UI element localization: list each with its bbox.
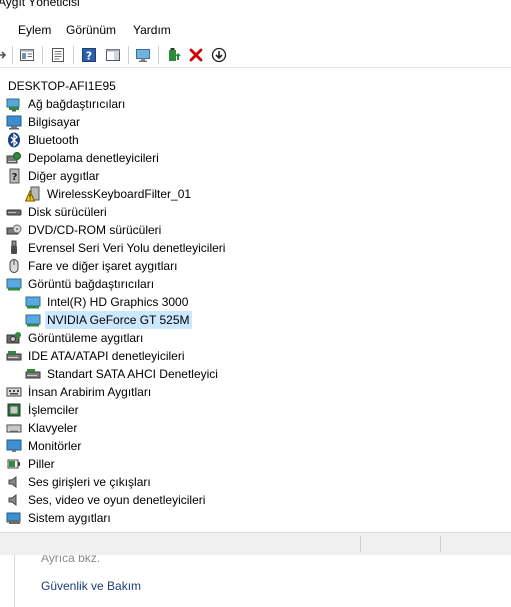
tree-root[interactable]: DESKTOP-AFI1E95 bbox=[6, 77, 118, 95]
tree-item-label: Ses girişleri ve çıkışları bbox=[28, 475, 151, 489]
menu-gorunum[interactable]: Görünüm bbox=[66, 23, 116, 37]
tree-item-label: Görüntü bağdaştırıcıları bbox=[28, 277, 155, 291]
tree-item-label: NVIDIA GeForce GT 525M bbox=[45, 311, 192, 329]
computer-icon bbox=[6, 114, 22, 130]
tree-item-network-adapters[interactable]: Ağ bağdaştırıcıları bbox=[6, 95, 127, 113]
bluetooth-icon bbox=[6, 132, 22, 148]
tree-item-label: Depolama denetleyicileri bbox=[28, 151, 159, 165]
window-title: Aygıt Yöneticisi bbox=[0, 0, 80, 9]
tree-item-sata-ahci[interactable]: Standart SATA AHCI Denetleyici bbox=[25, 365, 220, 383]
tree-item-label: İnsan Arabirim Aygıtları bbox=[28, 385, 152, 399]
ide-controller-icon bbox=[6, 348, 22, 364]
status-bar bbox=[0, 532, 511, 555]
display-adapter-icon bbox=[25, 294, 41, 310]
dvd-drive-icon bbox=[6, 222, 22, 238]
tree-item-label: Evrensel Seri Veri Yolu denetleyicileri bbox=[28, 241, 226, 255]
tree-item-keyboards[interactable]: Klavyeler bbox=[6, 419, 79, 437]
battery-icon bbox=[6, 456, 22, 472]
ide-controller-icon bbox=[25, 366, 41, 382]
keyboard-icon bbox=[6, 420, 22, 436]
disable-device-icon[interactable] bbox=[210, 46, 228, 64]
tree-item-sound-video-game[interactable]: Ses, video ve oyun denetleyicileri bbox=[6, 491, 207, 509]
update-driver-icon[interactable] bbox=[165, 46, 183, 64]
tree-item-wirelesskeyboardfilter[interactable]: WirelessKeyboardFilter_01 bbox=[25, 185, 193, 203]
network-adapter-icon bbox=[6, 96, 22, 112]
tree-item-intel-hd-graphics[interactable]: Intel(R) HD Graphics 3000 bbox=[25, 293, 190, 311]
help-icon[interactable]: ? bbox=[80, 46, 98, 64]
tree-item-label: Monitörler bbox=[28, 439, 82, 453]
menu-bar: Eylem Görünüm Yardım bbox=[0, 20, 511, 42]
mouse-icon bbox=[6, 258, 22, 274]
tree-item-label: WirelessKeyboardFilter_01 bbox=[47, 187, 192, 201]
toolbar: ? bbox=[0, 43, 511, 68]
action-pane-icon[interactable] bbox=[104, 46, 122, 64]
tree-item-monitors[interactable]: Monitörler bbox=[6, 437, 83, 455]
title-bar: Aygıt Yöneticisi bbox=[0, 0, 511, 14]
tree-item-label: Sistem aygıtları bbox=[28, 511, 111, 525]
menu-eylem[interactable]: Eylem bbox=[18, 23, 51, 37]
tree-item-ide-controllers[interactable]: IDE ATA/ATAPI denetleyicileri bbox=[6, 347, 187, 365]
hid-icon bbox=[6, 384, 22, 400]
processor-icon bbox=[6, 402, 22, 418]
tree-item-label: Klavyeler bbox=[28, 421, 78, 435]
tree-item-label: Bluetooth bbox=[28, 133, 79, 147]
tree-item-label: DVD/CD-ROM sürücüleri bbox=[28, 223, 162, 237]
tree-item-label: Fare ve diğer işaret aygıtları bbox=[28, 259, 178, 273]
tree-item-label: İşlemciler bbox=[28, 403, 79, 417]
tree-item-label: Ses, video ve oyun denetleyicileri bbox=[28, 493, 206, 507]
tree-item-label: Piller bbox=[28, 457, 55, 471]
properties-icon[interactable] bbox=[18, 46, 36, 64]
storage-controller-icon bbox=[6, 150, 22, 166]
other-devices-icon: ? bbox=[6, 168, 22, 184]
tree-item-label: Ağ bağdaştırıcıları bbox=[28, 97, 126, 111]
tree-item-bluetooth[interactable]: Bluetooth bbox=[6, 131, 81, 149]
tree-item-other-devices[interactable]: ? Diğer aygıtlar bbox=[6, 167, 101, 185]
tree-item-disk-drives[interactable]: Disk sürücüleri bbox=[6, 203, 109, 221]
tree-item-processors[interactable]: İşlemciler bbox=[6, 401, 81, 419]
svg-text:?: ? bbox=[86, 50, 92, 63]
tree-item-label: Standart SATA AHCI Denetleyici bbox=[47, 367, 218, 381]
see-also-heading: Ayrıca bkz. bbox=[41, 555, 101, 565]
forward-icon[interactable] bbox=[0, 46, 10, 64]
imaging-device-icon bbox=[6, 330, 22, 346]
tree-item-storage-controllers[interactable]: Depolama denetleyicileri bbox=[6, 149, 161, 167]
tree-item-usb-controllers[interactable]: Evrensel Seri Veri Yolu denetleyicileri bbox=[6, 239, 227, 257]
warning-device-icon bbox=[25, 186, 41, 202]
tree-item-mice[interactable]: Fare ve diğer işaret aygıtları bbox=[6, 257, 179, 275]
scan-hardware-icon[interactable] bbox=[134, 46, 152, 64]
control-panel-fragment: Ayrıca bkz. Güvenlik ve Bakım bbox=[0, 555, 511, 607]
monitor-icon bbox=[6, 438, 22, 454]
svg-text:?: ? bbox=[12, 172, 18, 183]
tree-item-batteries[interactable]: Piller bbox=[6, 455, 57, 473]
tree-item-label: Disk sürücüleri bbox=[28, 205, 107, 219]
usb-icon bbox=[6, 240, 22, 256]
system-devices-icon bbox=[6, 510, 22, 526]
display-adapter-icon bbox=[25, 312, 41, 328]
display-adapter-icon bbox=[6, 276, 22, 292]
show-hide-icon[interactable] bbox=[49, 46, 67, 64]
tree-item-display-adapters[interactable]: Görüntü bağdaştırıcıları bbox=[6, 275, 156, 293]
tree-item-label: Diğer aygıtlar bbox=[28, 169, 100, 183]
tree-root-label: DESKTOP-AFI1E95 bbox=[8, 79, 116, 93]
speaker-icon bbox=[6, 474, 22, 490]
tree-item-nvidia-geforce[interactable]: NVIDIA GeForce GT 525M bbox=[25, 311, 192, 329]
tree-item-label: Intel(R) HD Graphics 3000 bbox=[47, 295, 189, 309]
tree-item-imaging-devices[interactable]: Görüntüleme aygıtları bbox=[6, 329, 145, 347]
tree-item-label: Görüntüleme aygıtları bbox=[28, 331, 144, 345]
uninstall-icon[interactable] bbox=[187, 46, 205, 64]
disk-drive-icon bbox=[6, 204, 22, 220]
tree-item-audio-io[interactable]: Ses girişleri ve çıkışları bbox=[6, 473, 153, 491]
tree-item-computer[interactable]: Bilgisayar bbox=[6, 113, 82, 131]
tree-item-label: Bilgisayar bbox=[28, 115, 81, 129]
tree-item-label: IDE ATA/ATAPI denetleyicileri bbox=[28, 349, 185, 363]
tree-item-system-devices[interactable]: Sistem aygıtları bbox=[6, 509, 113, 527]
device-tree[interactable]: DESKTOP-AFI1E95 Ağ bağdaştırıcıları Bilg… bbox=[0, 76, 511, 532]
security-maintenance-link[interactable]: Güvenlik ve Bakım bbox=[41, 579, 141, 593]
menu-yardim[interactable]: Yardım bbox=[133, 23, 171, 37]
tree-item-hid[interactable]: İnsan Arabirim Aygıtları bbox=[6, 383, 153, 401]
tree-item-dvd-drives[interactable]: DVD/CD-ROM sürücüleri bbox=[6, 221, 163, 239]
speaker-icon bbox=[6, 492, 22, 508]
